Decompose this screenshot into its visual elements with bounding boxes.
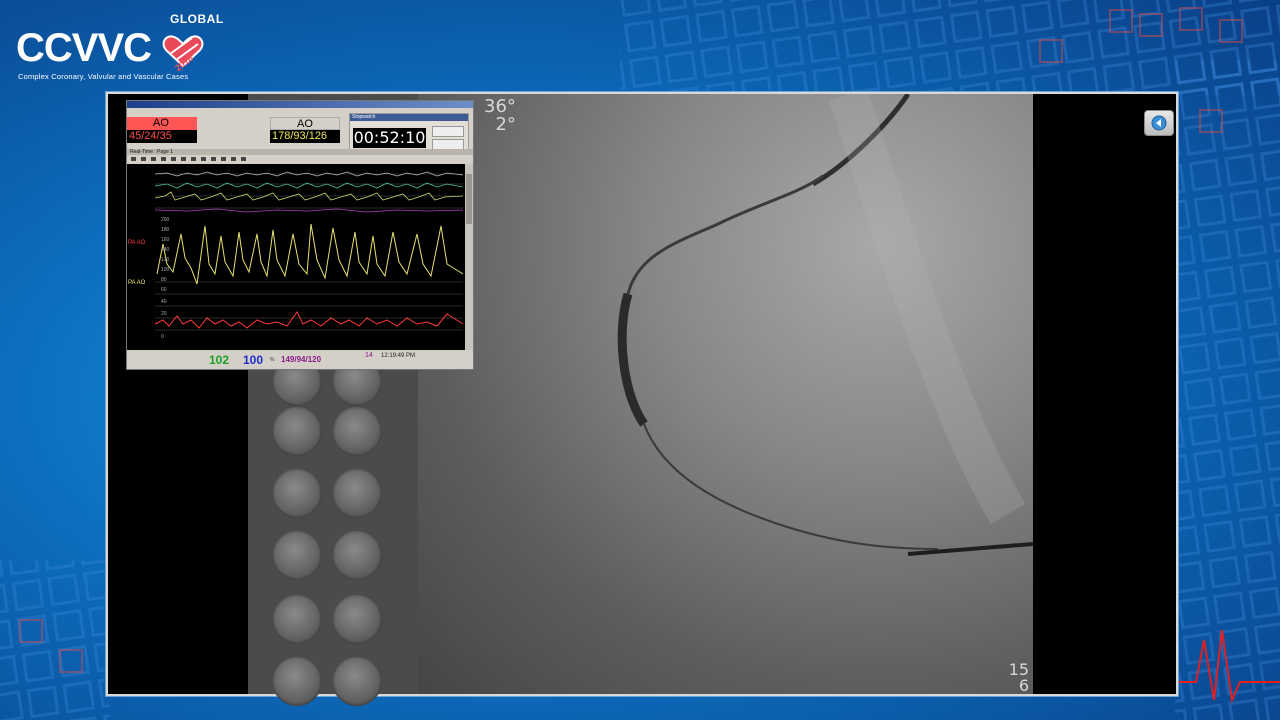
scrollbar-thumb[interactable] xyxy=(466,174,472,224)
scale-value: 100 xyxy=(161,267,170,273)
video-frame: 36° 2° 15 6 AO 45/24/35 AO 178/93/126 St… xyxy=(106,92,1178,706)
pressure-label-right: AO xyxy=(270,117,340,130)
monitor-titlebar xyxy=(127,101,473,108)
panel-knob xyxy=(272,530,322,580)
pressure-tile-left: AO 45/24/35 xyxy=(127,117,197,143)
frame-number-2: 6 xyxy=(1018,676,1029,694)
scale-value: 160 xyxy=(161,237,170,243)
scale-value: 200 xyxy=(161,217,170,223)
spo2-value: 100 xyxy=(243,353,264,367)
vitals-bar: 102 100 % 149/94/120 14 12:19:49 PM xyxy=(127,350,473,369)
stopwatch-time: 00:52:10 xyxy=(353,128,426,148)
scale-value: 0 xyxy=(161,334,164,340)
panel-knob xyxy=(272,406,322,456)
pressure-label-left: AO xyxy=(127,117,197,130)
pressure-value-left: 45/24/35 xyxy=(127,130,197,143)
frame-counter: 15 6 xyxy=(1009,662,1029,694)
scale-value: 120 xyxy=(161,257,170,263)
fluoroscopy-image: 36° 2° 15 6 xyxy=(418,94,1033,694)
logo-subtitle: Complex Coronary, Valvular and Vascular … xyxy=(18,72,189,81)
waveform-display: PA AO PA AO 200 180 160 140 120 100 80 6… xyxy=(127,164,465,350)
logo-global-label: GLOBAL xyxy=(170,12,224,26)
panel-knob xyxy=(272,468,322,518)
scale-value: 60 xyxy=(161,287,167,293)
monitor-toolbar xyxy=(127,155,473,163)
waveform-label-1: PA AO xyxy=(128,240,146,246)
angiogram-vessels xyxy=(617,94,1033,556)
collapse-button[interactable] xyxy=(1144,110,1174,136)
hemodynamic-monitor-window: AO 45/24/35 AO 178/93/126 Stopwatch 00:5… xyxy=(126,100,474,370)
pressure-tile-right: AO 178/93/126 xyxy=(270,117,340,143)
toolbar-icons xyxy=(131,157,246,161)
projection-angle: 36° 2° xyxy=(484,98,516,134)
panel-knob xyxy=(332,594,382,644)
waveform-scrollbar[interactable] xyxy=(465,164,473,350)
angle-secondary: 2° xyxy=(495,114,516,135)
pressure-value-right: 178/93/126 xyxy=(270,130,340,143)
back-arrow-icon xyxy=(1151,115,1167,131)
scale-value: 20 xyxy=(161,311,167,317)
panel-knob xyxy=(332,656,382,706)
heart-rate-value: 102 xyxy=(209,353,230,367)
panel-knob xyxy=(272,656,322,706)
panel-knob xyxy=(272,594,322,644)
panel-knob xyxy=(332,406,382,456)
logo-wordmark: CCVVC xyxy=(16,26,152,70)
stopwatch-title: Stopwatch xyxy=(350,114,468,121)
scale-value: 180 xyxy=(161,227,170,233)
stopwatch-stop-button[interactable] xyxy=(432,126,464,137)
ccvvc-logo: GLOBAL CCVVC 2018 Complex Coronary, Valv… xyxy=(14,12,223,88)
scale-value: 40 xyxy=(161,299,167,305)
nibp-value: 149/94/120 xyxy=(281,355,322,364)
monitor-clock: 12:19:49 PM xyxy=(381,353,416,359)
panel-knob xyxy=(332,468,382,518)
panel-knob xyxy=(332,530,382,580)
scale-value: 80 xyxy=(161,277,167,283)
scale-value: 140 xyxy=(161,247,170,253)
waveform-label-2: PA AO xyxy=(128,280,146,286)
resp-value: 14 xyxy=(365,352,373,359)
spo2-unit: % xyxy=(270,357,275,363)
waveform-traces xyxy=(154,171,464,331)
